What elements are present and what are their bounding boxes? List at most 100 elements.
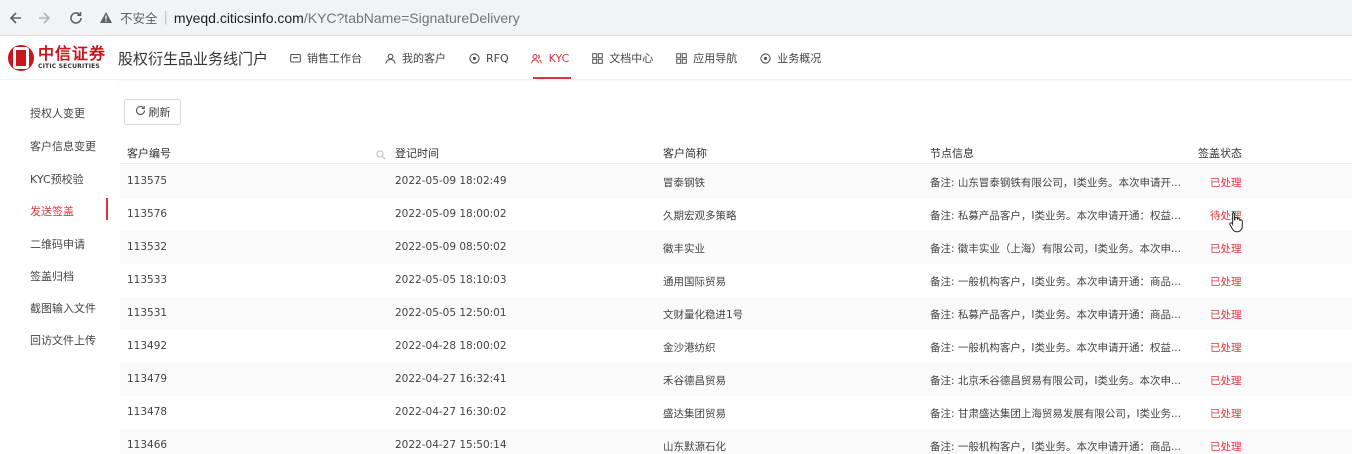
status-link[interactable]: 已处理: [1210, 340, 1242, 355]
cell-register-time: 2022-05-05 18:10:03: [395, 274, 507, 286]
back-arrow-icon[interactable]: [4, 6, 28, 30]
table-row[interactable]: 113575 2022-05-09 18:02:49 冒泰钢铁 备注: 山东冒泰…: [120, 165, 1352, 198]
cell-register-time: 2022-04-27 16:30:02: [395, 406, 507, 418]
menu-item-label: 应用导航: [693, 52, 738, 65]
status-link[interactable]: 已处理: [1210, 241, 1242, 256]
cell-client-name: 禾谷德昌贸易: [663, 375, 726, 387]
menu-item-my-clients[interactable]: 我的客户: [373, 37, 457, 79]
cell-client-id: 113478: [127, 406, 168, 418]
column-header-client-id[interactable]: 客户编号: [127, 145, 171, 161]
reload-icon[interactable]: [64, 6, 88, 30]
status-link[interactable]: 已处理: [1210, 373, 1242, 388]
column-header-register-time[interactable]: 登记时间: [395, 145, 439, 161]
cell-client-id: 113531: [127, 307, 168, 319]
menu-item-kyc[interactable]: KYC: [520, 37, 581, 79]
menu-item-label: KYC: [548, 51, 570, 65]
cell-client-name: 久期宏观多策略: [663, 210, 737, 222]
cell-node-info: 备注: 私募产品客户，I类业务。本次申请开通：权益...: [930, 210, 1181, 222]
cell-register-time: 2022-05-09 08:50:02: [395, 241, 507, 253]
table-row[interactable]: 113479 2022-04-27 16:32:41 禾谷德昌贸易 备注: 北京…: [120, 363, 1352, 396]
menu-item-label: 文档中心: [609, 52, 654, 65]
sidebar-item-send-signature[interactable]: 发送签盖: [30, 203, 74, 219]
logo-mark-icon: [8, 45, 34, 71]
cell-client-id: 113533: [127, 274, 168, 286]
cell-client-id: 113575: [127, 175, 168, 187]
insecure-label: 不安全: [120, 11, 158, 26]
status-link[interactable]: 已处理: [1210, 307, 1242, 322]
logo-en-text: CITIC SECURITIES: [38, 63, 100, 70]
table-row[interactable]: 113466 2022-04-27 15:50:14 山东默源石化 备注: 一般…: [120, 429, 1352, 454]
table-row[interactable]: 113478 2022-04-27 16:30:02 盛达集团贸易 备注: 甘肃…: [120, 396, 1352, 429]
table-row[interactable]: 113533 2022-05-05 18:10:03 通用国际贸易 备注: 一般…: [120, 264, 1352, 297]
cell-register-time: 2022-05-09 18:00:02: [395, 208, 507, 220]
column-header-client-name[interactable]: 客户简称: [663, 145, 707, 161]
table-row[interactable]: 113532 2022-05-09 08:50:02 徽丰实业 备注: 徽丰实业…: [120, 231, 1352, 264]
portal-title: 股权衍生品业务线门户: [118, 49, 269, 68]
sidebar-item-qrcode-apply[interactable]: 二维码申请: [30, 236, 85, 252]
status-link[interactable]: 已处理: [1210, 406, 1242, 421]
column-header-sign-status[interactable]: 签盖状态: [1198, 145, 1242, 161]
cell-node-info: 备注: 北京禾谷德昌贸易有限公司，I类业务。本次申...: [930, 375, 1181, 387]
cell-node-info: 备注: 私募产品客户，I类业务。本次申请开通：商品...: [930, 309, 1181, 321]
cell-register-time: 2022-04-28 18:00:02: [395, 340, 507, 352]
cell-node-info: 备注: 甘肃盛达集团上海贸易发展有限公司，I类业务...: [930, 408, 1181, 420]
menu-item-label: 销售工作台: [307, 52, 363, 65]
cell-client-name: 山东默源石化: [663, 441, 726, 453]
sidebar-item-screenshot-input[interactable]: 截图输入文件: [30, 300, 96, 316]
menu-item-label: RFQ: [486, 51, 509, 65]
menu-item-overview[interactable]: 业务概况: [748, 37, 832, 79]
sidebar-item-client-info-change[interactable]: 客户信息变更: [30, 138, 96, 154]
cell-client-id: 113576: [127, 208, 168, 220]
refresh-label: 刷新: [148, 106, 171, 119]
cell-register-time: 2022-04-27 15:50:14: [395, 439, 507, 451]
column-header-node-info[interactable]: 节点信息: [930, 145, 974, 161]
table-row[interactable]: 113492 2022-04-28 18:00:02 金沙港纺织 备注: 一般机…: [120, 330, 1352, 363]
cell-register-time: 2022-04-27 16:32:41: [395, 373, 507, 385]
target-icon: [468, 52, 480, 64]
menu-item-app-nav[interactable]: 应用导航: [664, 37, 748, 79]
cell-client-name: 金沙港纺织: [663, 342, 716, 354]
cell-register-time: 2022-05-05 12:50:01: [395, 307, 507, 319]
forward-arrow-icon[interactable]: [32, 6, 56, 30]
cell-client-name: 文财量化稳进1号: [663, 309, 744, 321]
refresh-icon: [135, 105, 146, 119]
cell-node-info: 备注: 徽丰实业（上海）有限公司，I类业务。本次申...: [930, 243, 1181, 255]
cell-node-info: 备注: 一般机构客户，I类业务。本次申请开通：权益...: [930, 342, 1181, 354]
sidebar-active-indicator: [106, 198, 108, 220]
url-separator: |: [163, 10, 168, 25]
cell-client-id: 113466: [127, 439, 168, 451]
browser-toolbar: 不安全 | myeqd.citicsinfo.com /KYC?tabName=…: [0, 0, 1352, 36]
menu-item-rfq[interactable]: RFQ: [457, 37, 520, 79]
table-header: 客户编号 登记时间 客户简称 节点信息 签盖状态: [120, 138, 1352, 164]
menu-item-workbench[interactable]: 销售工作台: [278, 37, 373, 79]
menu-item-label: 我的客户: [402, 52, 447, 65]
sidebar-item-kyc-precheck[interactable]: KYC预校验: [30, 171, 84, 187]
refresh-button[interactable]: 刷新: [124, 99, 181, 125]
table-row[interactable]: 113576 2022-05-09 18:00:02 久期宏观多策略 备注: 私…: [120, 198, 1352, 231]
cell-node-info: 备注: 山东冒泰钢铁有限公司，I类业务。本次申请开...: [930, 177, 1181, 189]
sidebar-item-authorized-person-change[interactable]: 授权人变更: [30, 105, 85, 121]
cell-client-id: 113532: [127, 241, 168, 253]
cell-client-name: 通用国际贸易: [663, 276, 726, 288]
overview-icon: [759, 52, 771, 64]
url-host: myeqd.citicsinfo.com: [173, 9, 304, 26]
sidebar: 授权人变更 客户信息变更 KYC预校验 发送签盖 二维码申请 签盖归档 截图输入…: [0, 80, 118, 454]
cell-client-name: 冒泰钢铁: [663, 177, 705, 189]
status-link[interactable]: 已处理: [1210, 439, 1242, 454]
top-menu: 销售工作台 我的客户 RFQ KYC 文档中心 应用导航 业务概况: [278, 37, 832, 79]
sidebar-item-callback-upload[interactable]: 回访文件上传: [30, 332, 96, 348]
cell-client-name: 盛达集团贸易: [663, 408, 726, 420]
menu-item-docs[interactable]: 文档中心: [580, 37, 664, 79]
search-icon[interactable]: [376, 145, 386, 160]
citic-logo[interactable]: 中信证券 CITIC SECURITIES: [8, 45, 106, 71]
status-link[interactable]: 已处理: [1210, 274, 1242, 289]
user-icon: [384, 52, 396, 64]
table-row[interactable]: 113531 2022-05-05 12:50:01 文财量化稳进1号 备注: …: [120, 297, 1352, 330]
warning-icon: [98, 10, 114, 26]
status-link[interactable]: 已处理: [1210, 175, 1242, 190]
apps-icon: [675, 52, 687, 64]
address-bar[interactable]: 不安全 | myeqd.citicsinfo.com /KYC?tabName=…: [98, 4, 520, 32]
app-header: 中信证券 CITIC SECURITIES 股权衍生品业务线门户 销售工作台 我…: [0, 37, 1352, 79]
sidebar-item-signature-archive[interactable]: 签盖归档: [30, 268, 74, 284]
url-path: /KYC?tabName=SignatureDelivery: [303, 9, 520, 26]
